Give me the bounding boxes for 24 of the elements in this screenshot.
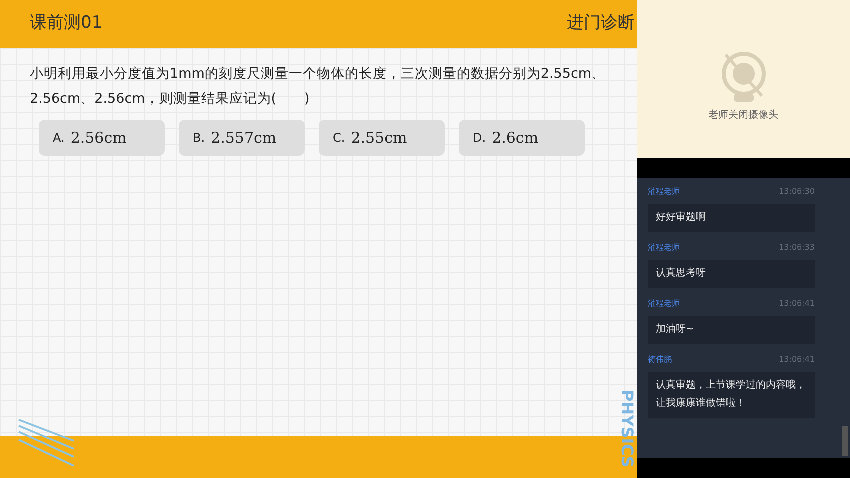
message-bubble: 认真思考呀: [648, 260, 815, 288]
section-title: 进门诊断: [567, 12, 635, 36]
message-bubble: 认真审题，上节课学过的内容哦，让我康康谁做错啦！: [648, 372, 815, 418]
message-time: 13:06:33: [779, 242, 815, 254]
camera-off-icon: [720, 52, 768, 104]
corner-text: PHYSICS: [619, 390, 635, 468]
message-time: 13:06:41: [779, 298, 815, 310]
sender-name: 灌程老师: [648, 186, 680, 198]
answer-option[interactable]: C. 2.55cm: [319, 120, 445, 156]
message-time: 13:06:41: [779, 354, 815, 366]
camera-status: 老师关闭摄像头: [708, 108, 778, 122]
sender-name: 祷伟鹏: [648, 354, 672, 366]
stripes-icon: [18, 419, 76, 468]
message-bubble: 好好审题啊: [648, 204, 815, 232]
sender-name: 灌程老师: [648, 298, 680, 310]
scrollbar-thumb[interactable]: [842, 426, 848, 456]
answer-option[interactable]: D. 2.6cm: [459, 120, 585, 156]
message-bubble: 加油呀~: [648, 316, 815, 344]
message-time: 13:06:30: [779, 186, 815, 198]
answer-option[interactable]: B. 2.557cm: [179, 120, 305, 156]
sender-name: 灌程老师: [648, 242, 680, 254]
slide-title: 课前测01: [30, 12, 103, 36]
question-text: 小明利用最小分度值为1mm的刻度尺测量一个物体的长度，三次测量的数据分别为2.55cm、2.56cm、2.56cm，则测量结果应记为( ): [29, 65, 607, 109]
answer-option[interactable]: A. 2.56cm: [39, 120, 165, 156]
